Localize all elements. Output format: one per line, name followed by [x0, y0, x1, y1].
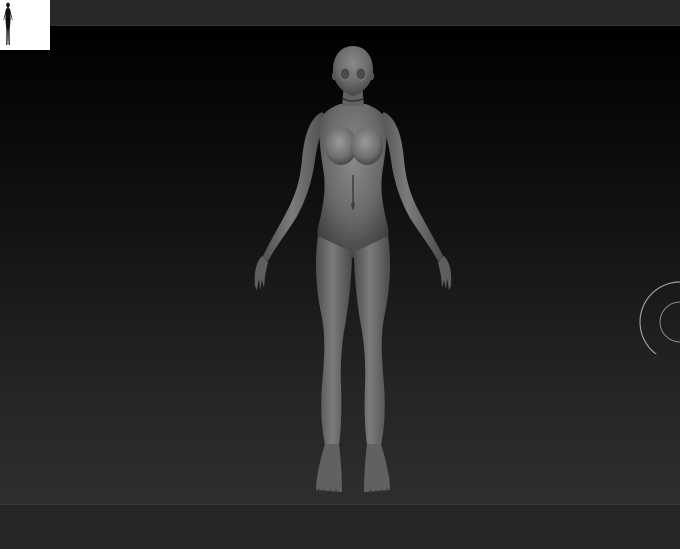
bottom-toolbar: [0, 504, 680, 549]
model-head: [332, 46, 374, 96]
sculpt-app-window: [0, 0, 680, 549]
rotation-gizmo-icon[interactable]: [638, 274, 680, 354]
3d-viewport[interactable]: [0, 26, 680, 504]
model-right-foot: [364, 444, 390, 492]
sculpt-model[interactable]: [0, 26, 680, 504]
model-chest-right: [351, 127, 383, 165]
model-left-foot: [316, 444, 342, 492]
figure-silhouette-icon: [3, 2, 13, 45]
navigator-thumbnail[interactable]: [0, 0, 50, 50]
model-right-leg: [354, 236, 391, 445]
model-left-leg: [315, 236, 352, 445]
model-left-hand: [254, 256, 268, 290]
top-toolbar: [0, 0, 680, 26]
model-right-hand: [438, 256, 452, 290]
